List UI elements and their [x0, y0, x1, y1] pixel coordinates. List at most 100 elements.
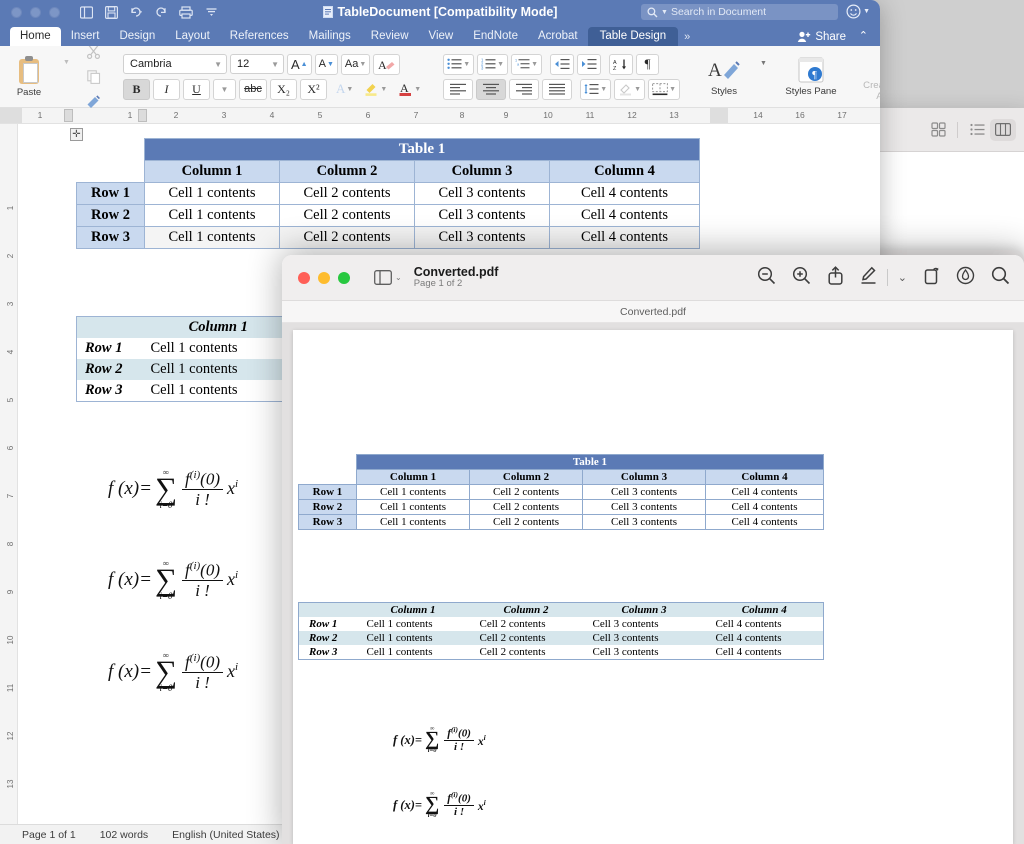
table-cell[interactable]: Cell 1 contents — [145, 183, 280, 205]
zoom-in-icon[interactable] — [792, 266, 811, 290]
chevron-down-icon[interactable]: ▼ — [463, 61, 470, 68]
pdf-page-sheet[interactable]: Table 1 Column 1 Column 2 Column 3 Colum… — [293, 330, 1013, 844]
tab-design[interactable]: Design — [109, 27, 165, 46]
vertical-ruler[interactable]: 1 2 3 4 5 6 7 8 9 10 11 12 13 — [0, 124, 18, 824]
print-icon[interactable] — [178, 4, 194, 20]
highlight-icon[interactable] — [956, 266, 975, 290]
chevron-down-icon[interactable]: ▼ — [863, 8, 870, 15]
copy-icon[interactable] — [82, 66, 105, 87]
close-button[interactable] — [11, 7, 22, 18]
table-cell[interactable]: Cell 2 contents — [280, 183, 415, 205]
subscript-button[interactable]: X₂ — [270, 79, 297, 100]
table-cell[interactable]: Cell 3 contents — [415, 205, 550, 227]
justify-button[interactable] — [542, 79, 572, 100]
decrease-indent-button[interactable] — [550, 54, 574, 75]
table-column-header[interactable]: Column 1 — [145, 161, 280, 183]
chevron-down-icon[interactable]: ▼ — [531, 61, 538, 68]
chevron-down-icon[interactable]: ▼ — [346, 86, 353, 93]
table-cell[interactable]: Cell 4 contents — [550, 183, 700, 205]
ruler-tab-marker[interactable] — [138, 109, 147, 122]
table-column-header[interactable]: Column 1 — [143, 317, 295, 339]
share-button[interactable]: Share — [797, 31, 846, 43]
table-cell[interactable]: Cell 1 contents — [145, 227, 280, 249]
highlight-color-button[interactable]: ▼ — [360, 79, 391, 100]
align-center-button[interactable] — [476, 79, 506, 100]
table-cell[interactable]: Cell 2 contents — [280, 205, 415, 227]
bold-button[interactable]: B — [123, 79, 150, 100]
view-switch-icon[interactable] — [78, 4, 94, 20]
superscript-button[interactable]: X² — [300, 79, 327, 100]
tab-endnote[interactable]: EndNote — [463, 27, 528, 46]
rotate-icon[interactable] — [923, 266, 940, 290]
pdf-preview-window[interactable]: ⌄ Converted.pdf Page 1 of 2 — [282, 255, 1024, 844]
underline-dropdown[interactable]: ▼ — [213, 79, 236, 100]
increase-indent-button[interactable] — [577, 54, 601, 75]
column-view-icon[interactable] — [990, 119, 1016, 141]
word-table-1[interactable]: Table 1 Column 1 Column 2 Column 3 Colum… — [76, 138, 700, 249]
chevron-down-icon[interactable]: ▼ — [497, 61, 504, 68]
table-column-header[interactable]: Column 3 — [415, 161, 550, 183]
table-cell[interactable]: Cell 3 contents — [415, 227, 550, 249]
numbered-list-button[interactable]: 123 ▼ — [477, 54, 508, 75]
align-right-button[interactable] — [509, 79, 539, 100]
sidebar-toggle[interactable]: ⌄ — [374, 270, 402, 285]
clear-formatting-button[interactable]: A — [373, 54, 400, 75]
word-formula-1[interactable]: f (x)= ∞ ∑ i=0 f(i)(0) i ! xi — [108, 468, 238, 510]
tab-review[interactable]: Review — [361, 27, 419, 46]
chevron-down-icon[interactable]: ▼ — [634, 86, 641, 93]
search-icon[interactable] — [991, 266, 1010, 290]
chevron-down-icon[interactable]: ▼ — [669, 86, 676, 93]
table-cell[interactable]: Cell 3 contents — [415, 183, 550, 205]
font-name-select[interactable]: Cambria ▼ — [123, 54, 227, 74]
bullet-list-button[interactable]: ▼ — [443, 54, 474, 75]
list-view-icon[interactable] — [964, 119, 990, 141]
grow-font-button[interactable]: A▲ — [287, 54, 312, 75]
paste-dropdown-icon[interactable]: ▼ — [55, 52, 78, 73]
table-cell[interactable]: Cell 2 contents — [280, 227, 415, 249]
text-effects-button[interactable]: A▼ — [332, 79, 357, 100]
ruler-indent-marker[interactable] — [64, 109, 73, 122]
chevron-down-icon[interactable]: ▼ — [600, 86, 607, 93]
window-controls[interactable] — [298, 272, 350, 284]
table-cell[interactable]: Cell 1 contents — [143, 380, 295, 402]
font-color-button[interactable]: A▼ — [394, 79, 425, 100]
word-formula-3[interactable]: f (x)= ∞ ∑ i=0 f(i)(0) i ! xi — [108, 651, 238, 693]
chevron-down-icon[interactable]: ▼ — [414, 86, 421, 93]
chevron-down-icon[interactable]: ▼ — [214, 60, 222, 69]
pdf-canvas[interactable]: Table 1 Column 1 Column 2 Column 3 Colum… — [282, 323, 1024, 844]
tab-mailings[interactable]: Mailings — [299, 27, 361, 46]
maximize-button[interactable] — [338, 272, 350, 284]
paste-button[interactable]: Paste — [7, 56, 51, 98]
multilevel-list-button[interactable]: 1a ▼ — [511, 54, 542, 75]
sort-button[interactable]: AZ — [609, 54, 633, 75]
styles-dropdown-icon[interactable]: ▼ — [752, 53, 775, 74]
table-cell[interactable]: Cell 4 contents — [550, 205, 700, 227]
minimize-button[interactable] — [318, 272, 330, 284]
create-share-adobe-pdf-button[interactable]: Create and Share Adobe PDF — [855, 51, 880, 102]
chevron-down-icon[interactable]: ⌄ — [898, 271, 907, 284]
table-row-header[interactable]: Row 3 — [77, 380, 143, 402]
change-case-button[interactable]: Aa▼ — [341, 54, 370, 75]
styles-button[interactable]: A Styles — [698, 57, 750, 97]
table-row-header[interactable]: Row 1 — [77, 338, 143, 359]
chevron-down-icon[interactable]: ▼ — [380, 86, 387, 93]
quick-access-toolbar[interactable] — [78, 4, 219, 20]
chevron-down-icon[interactable]: ▼ — [271, 60, 279, 69]
pdf-tool-buttons[interactable]: ⌄ — [757, 266, 1010, 290]
table-row-header[interactable]: Row 2 — [77, 359, 143, 380]
collapse-ribbon-icon[interactable]: ⌃ — [859, 29, 868, 42]
chevron-down-icon[interactable]: ⌄ — [395, 273, 402, 282]
tab-home[interactable]: Home — [10, 27, 61, 46]
zoom-out-icon[interactable] — [757, 266, 776, 290]
account-icon[interactable]: ▼ — [846, 4, 870, 19]
table-cell[interactable]: Cell 1 contents — [145, 205, 280, 227]
tab-acrobat[interactable]: Acrobat — [528, 27, 588, 46]
word-table-2[interactable]: Column 1 Row 1 Cell 1 contents Row 2 Cel… — [76, 316, 295, 402]
ribbon-tabs[interactable]: Home Insert Design Layout References Mai… — [0, 24, 880, 46]
italic-button[interactable]: I — [153, 79, 180, 100]
table-cell[interactable]: Cell 1 contents — [143, 338, 295, 359]
show-formatting-button[interactable]: ¶ — [636, 54, 659, 75]
styles-pane-button[interactable]: ¶ Styles Pane — [785, 57, 837, 97]
redo-icon[interactable] — [153, 4, 169, 20]
word-formula-2[interactable]: f (x)= ∞ ∑ i=0 f(i)(0) i ! xi — [108, 559, 238, 601]
